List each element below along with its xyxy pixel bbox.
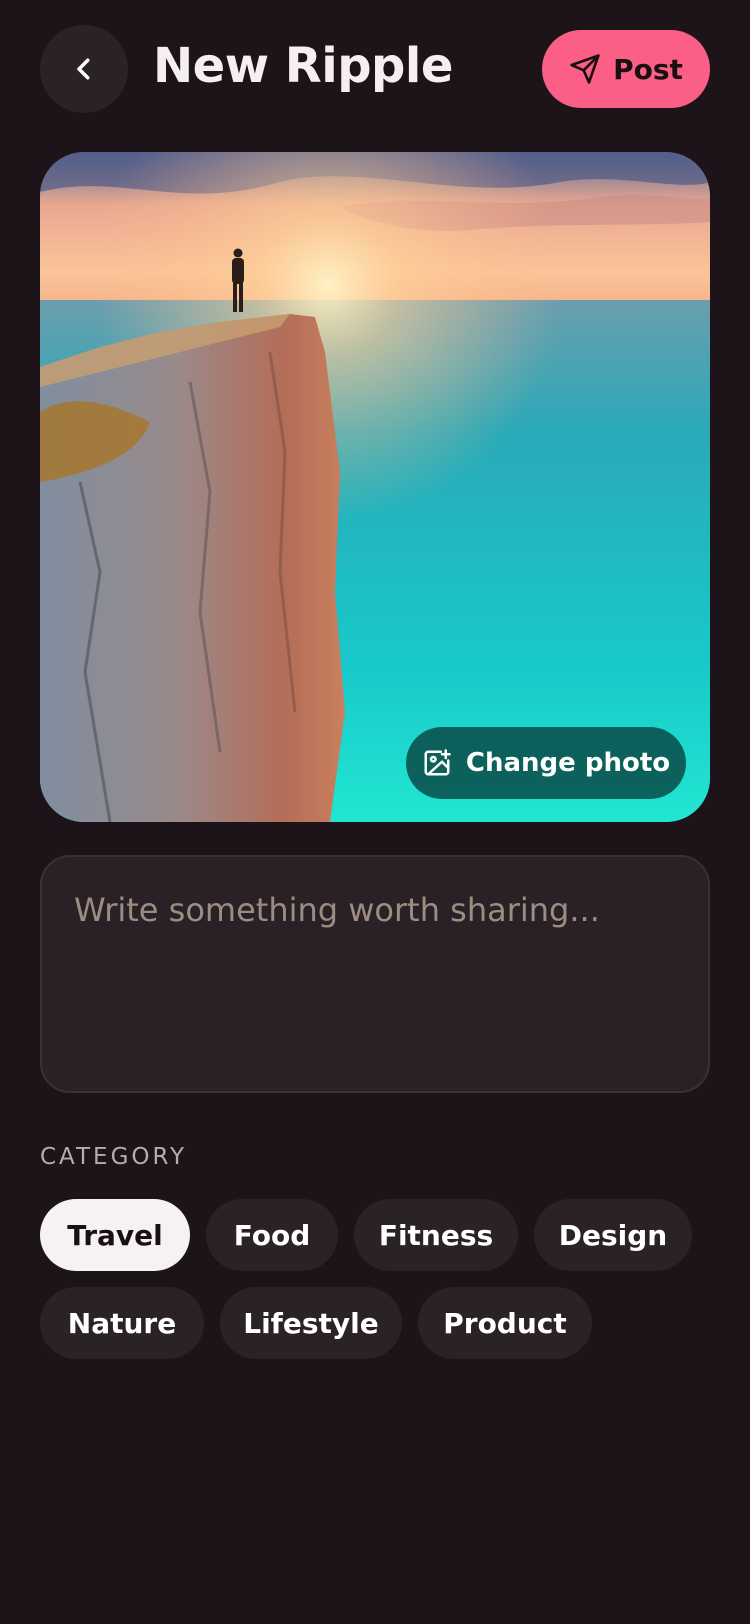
image-plus-icon: [424, 749, 451, 776]
chip-food[interactable]: Food: [206, 1199, 338, 1271]
change-photo-label: Change photo: [465, 748, 671, 778]
caption-input[interactable]: [74, 891, 676, 1057]
page-title: New Ripple: [153, 38, 453, 94]
back-button[interactable]: [40, 25, 128, 113]
post-button[interactable]: Post: [542, 30, 710, 108]
new-ripple-screen: New Ripple Post Change photo Write somet…: [0, 0, 750, 1624]
chip-nature[interactable]: Nature: [40, 1287, 204, 1359]
cliff-sunset-photo: [40, 152, 710, 822]
chip-design[interactable]: Design: [534, 1199, 692, 1271]
post-button-label: Post: [613, 52, 683, 86]
send-icon: [570, 54, 600, 84]
chip-product[interactable]: Product: [418, 1287, 592, 1359]
category-label: CATEGORY: [40, 1144, 188, 1170]
photo-preview[interactable]: Change photo: [40, 152, 710, 822]
chip-lifestyle[interactable]: Lifestyle: [220, 1287, 402, 1359]
change-photo-button[interactable]: Change photo: [406, 727, 686, 799]
caption-box: [40, 855, 710, 1093]
chip-travel[interactable]: Travel: [40, 1199, 190, 1271]
chip-fitness[interactable]: Fitness: [354, 1199, 518, 1271]
chevron-left-icon: [77, 58, 90, 80]
